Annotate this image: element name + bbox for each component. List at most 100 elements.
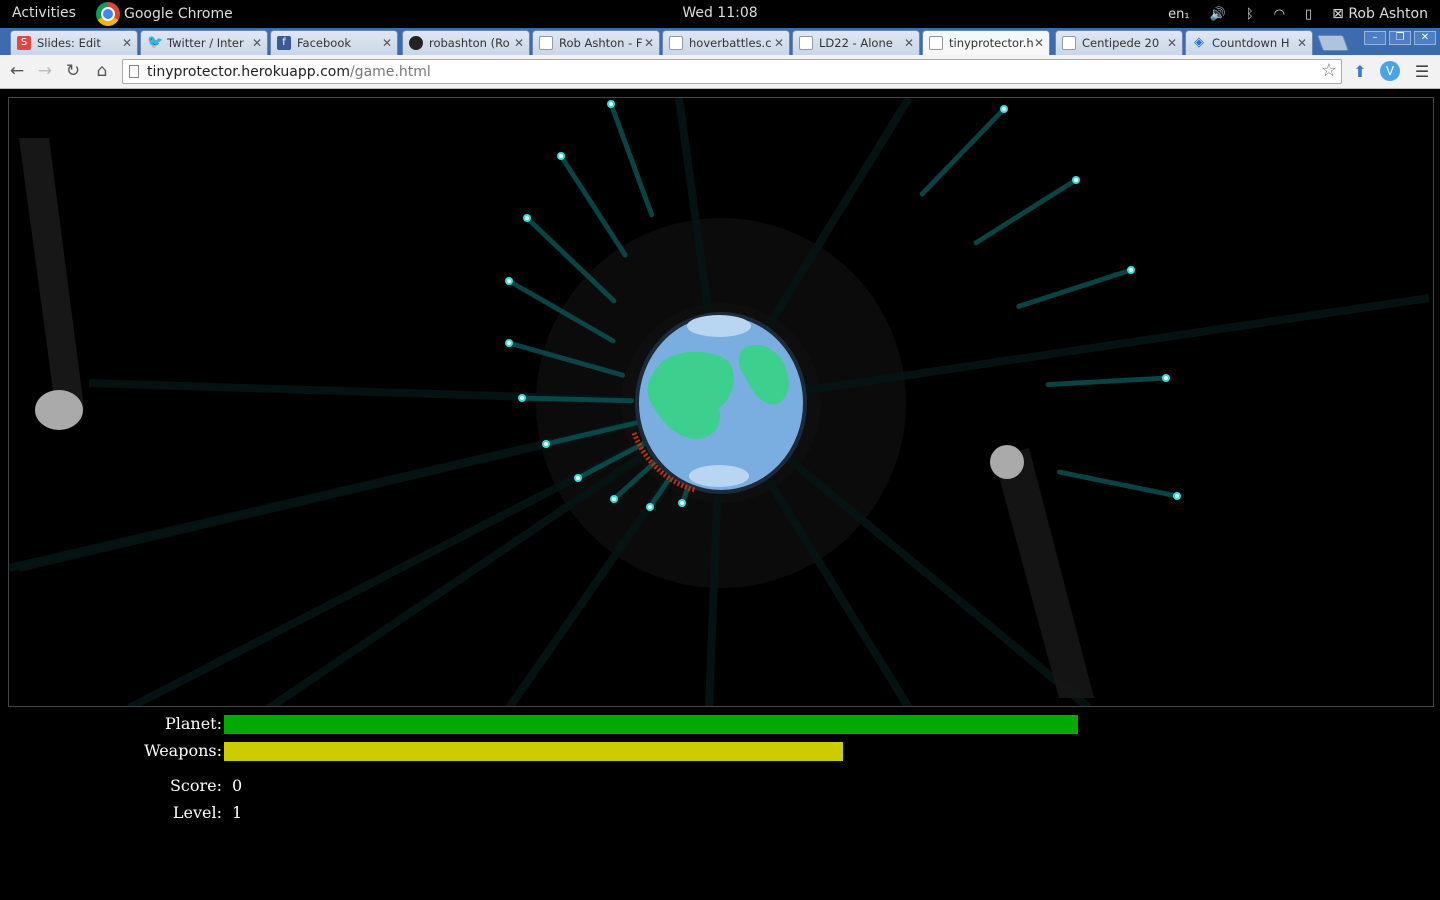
close-tab-icon[interactable]: ✕ [1033,36,1045,50]
projectile-core-2 [525,216,529,220]
app-name: Google Chrome [124,6,233,22]
extension-v-icon[interactable]: V [1380,61,1400,81]
new-tab-button[interactable] [1317,35,1349,51]
tab-strip: S Slides: Edit ✕ 🐦 Twitter / Inter ✕ f Facebook… [0,28,1440,55]
close-tab-icon[interactable]: ✕ [1166,36,1178,50]
tab-9[interactable]: ◈ Countdown H ✕ [1185,30,1313,55]
projectile-core-14 [1164,376,1168,380]
projectile-trail-15 [1056,469,1180,499]
game-scene[interactable] [9,98,1434,707]
game-canvas[interactable] [8,97,1434,707]
projectile-core-8 [612,497,616,501]
asteroid-right [990,445,1024,479]
projectile-core-5 [520,396,524,400]
close-tab-icon[interactable]: ✕ [643,36,655,50]
projectile-trail-13 [1014,267,1134,310]
projectile-core-3 [507,279,511,283]
facebook-icon: f [277,36,291,50]
page-icon [129,65,139,78]
tab-6[interactable]: LD22 - Alone ✕ [792,30,920,55]
tab-2[interactable]: f Facebook ✕ [270,30,398,55]
projectile-core-7 [576,476,580,480]
asteroid-left [35,390,83,430]
tab-1[interactable]: 🐦 Twitter / Inter ✕ [140,30,268,55]
tab-0[interactable]: S Slides: Edit ✕ [10,30,138,55]
top-panel: Activities Google Chrome Wed 11:08 en₁ 🔊… [0,0,1440,28]
close-tab-icon[interactable]: ✕ [1296,36,1308,50]
twitter-icon: 🐦 [147,35,164,50]
projectile-core-13 [1129,268,1133,272]
close-tab-icon[interactable]: ✕ [513,36,525,50]
projectile-core-10 [680,501,684,505]
menu-icon[interactable]: ☰ [1411,61,1433,83]
planet-health-bar [224,715,1078,734]
close-tab-icon[interactable]: ✕ [903,36,915,50]
reload-button[interactable]: ↻ [62,60,84,82]
user-icon: ⊠ [1332,6,1344,22]
tab-8[interactable]: Centipede 20 ✕ [1055,30,1183,55]
tab-title: Slides: Edit [37,36,101,50]
projectile-trail-5 [519,395,634,404]
network-icon[interactable]: ◠ [1274,7,1285,22]
tab-title: hoverbattles.c [689,36,772,50]
tab-title: tinyprotector.h [949,36,1033,50]
weapons-bar [224,742,843,761]
projectile-trail-11 [918,106,1007,198]
projectile-core-11 [1002,107,1006,111]
extension-arrow-icon[interactable]: ⬆ [1349,61,1371,83]
app-menu[interactable]: Google Chrome [96,0,233,28]
tab-5[interactable]: hoverbattles.c ✕ [662,30,790,55]
bookmark-star-icon[interactable]: ☆ [1321,60,1337,81]
projectile-core-4 [507,341,511,345]
address-bar[interactable]: tinyprotector.herokuapp.com/game.html ☆ [122,59,1342,84]
cloud-bottom [689,465,749,487]
system-tray: en₁ 🔊 ᛒ ◠ ▯ ⊠ Rob Ashton [1168,0,1428,28]
battery-icon[interactable]: ▯ [1305,7,1312,22]
tab-title: Countdown H [1212,36,1290,50]
url-host: tinyprotector.herokuapp.com [147,63,350,80]
volume-icon[interactable]: 🔊 [1210,7,1226,22]
maximize-button[interactable]: ❐ [1389,31,1411,45]
keyboard-layout[interactable]: en₁ [1168,7,1189,22]
score-label: Score: [169,776,222,795]
document-icon [1062,36,1076,50]
close-tab-icon[interactable]: ✕ [381,36,393,50]
document-icon [669,36,683,50]
close-window-button[interactable]: ✕ [1414,31,1436,45]
back-button[interactable]: ← [6,60,28,82]
user-name: Rob Ashton [1348,6,1428,22]
countdown-icon: ◈ [1194,35,1204,50]
projectile-core-9 [648,505,652,509]
projectile-core-6 [544,442,548,446]
planet-label: Planet: [164,714,222,733]
tab-title: LD22 - Alone [819,36,893,50]
projectile-trail-1 [558,153,629,260]
activities-button[interactable]: Activities [12,5,76,21]
close-tab-icon[interactable]: ✕ [121,36,133,50]
github-icon [409,36,423,50]
projectile-core-15 [1175,494,1179,498]
projectile-core-0 [609,102,613,106]
user-menu[interactable]: ⊠ Rob Ashton [1332,6,1428,22]
tab-3[interactable]: robashton (Ro ✕ [402,30,530,55]
bluetooth-icon[interactable]: ᛒ [1246,7,1254,22]
asteroid-trail-right [994,448,1094,698]
home-button[interactable]: ⌂ [91,60,113,82]
tab-title: robashton (Ro [429,36,510,50]
forward-button[interactable]: → [34,60,56,82]
projectile-trail-2 [524,215,617,304]
level-value: 1 [232,803,243,822]
projectile-core-1 [559,154,563,158]
level-label: Level: [172,803,222,822]
projectile-core-12 [1074,178,1078,182]
tab-7[interactable]: tinyprotector.h ✕ [922,30,1050,55]
close-tab-icon[interactable]: ✕ [773,36,785,50]
document-icon [539,36,553,50]
minimize-button[interactable]: – [1364,31,1386,45]
projectile-trail-12 [971,177,1079,247]
tab-title: Rob Ashton - F [559,36,643,50]
cloud-top [687,315,751,337]
close-tab-icon[interactable]: ✕ [251,36,263,50]
tab-title: Twitter / Inter [167,36,244,50]
tab-4[interactable]: Rob Ashton - F ✕ [532,30,660,55]
